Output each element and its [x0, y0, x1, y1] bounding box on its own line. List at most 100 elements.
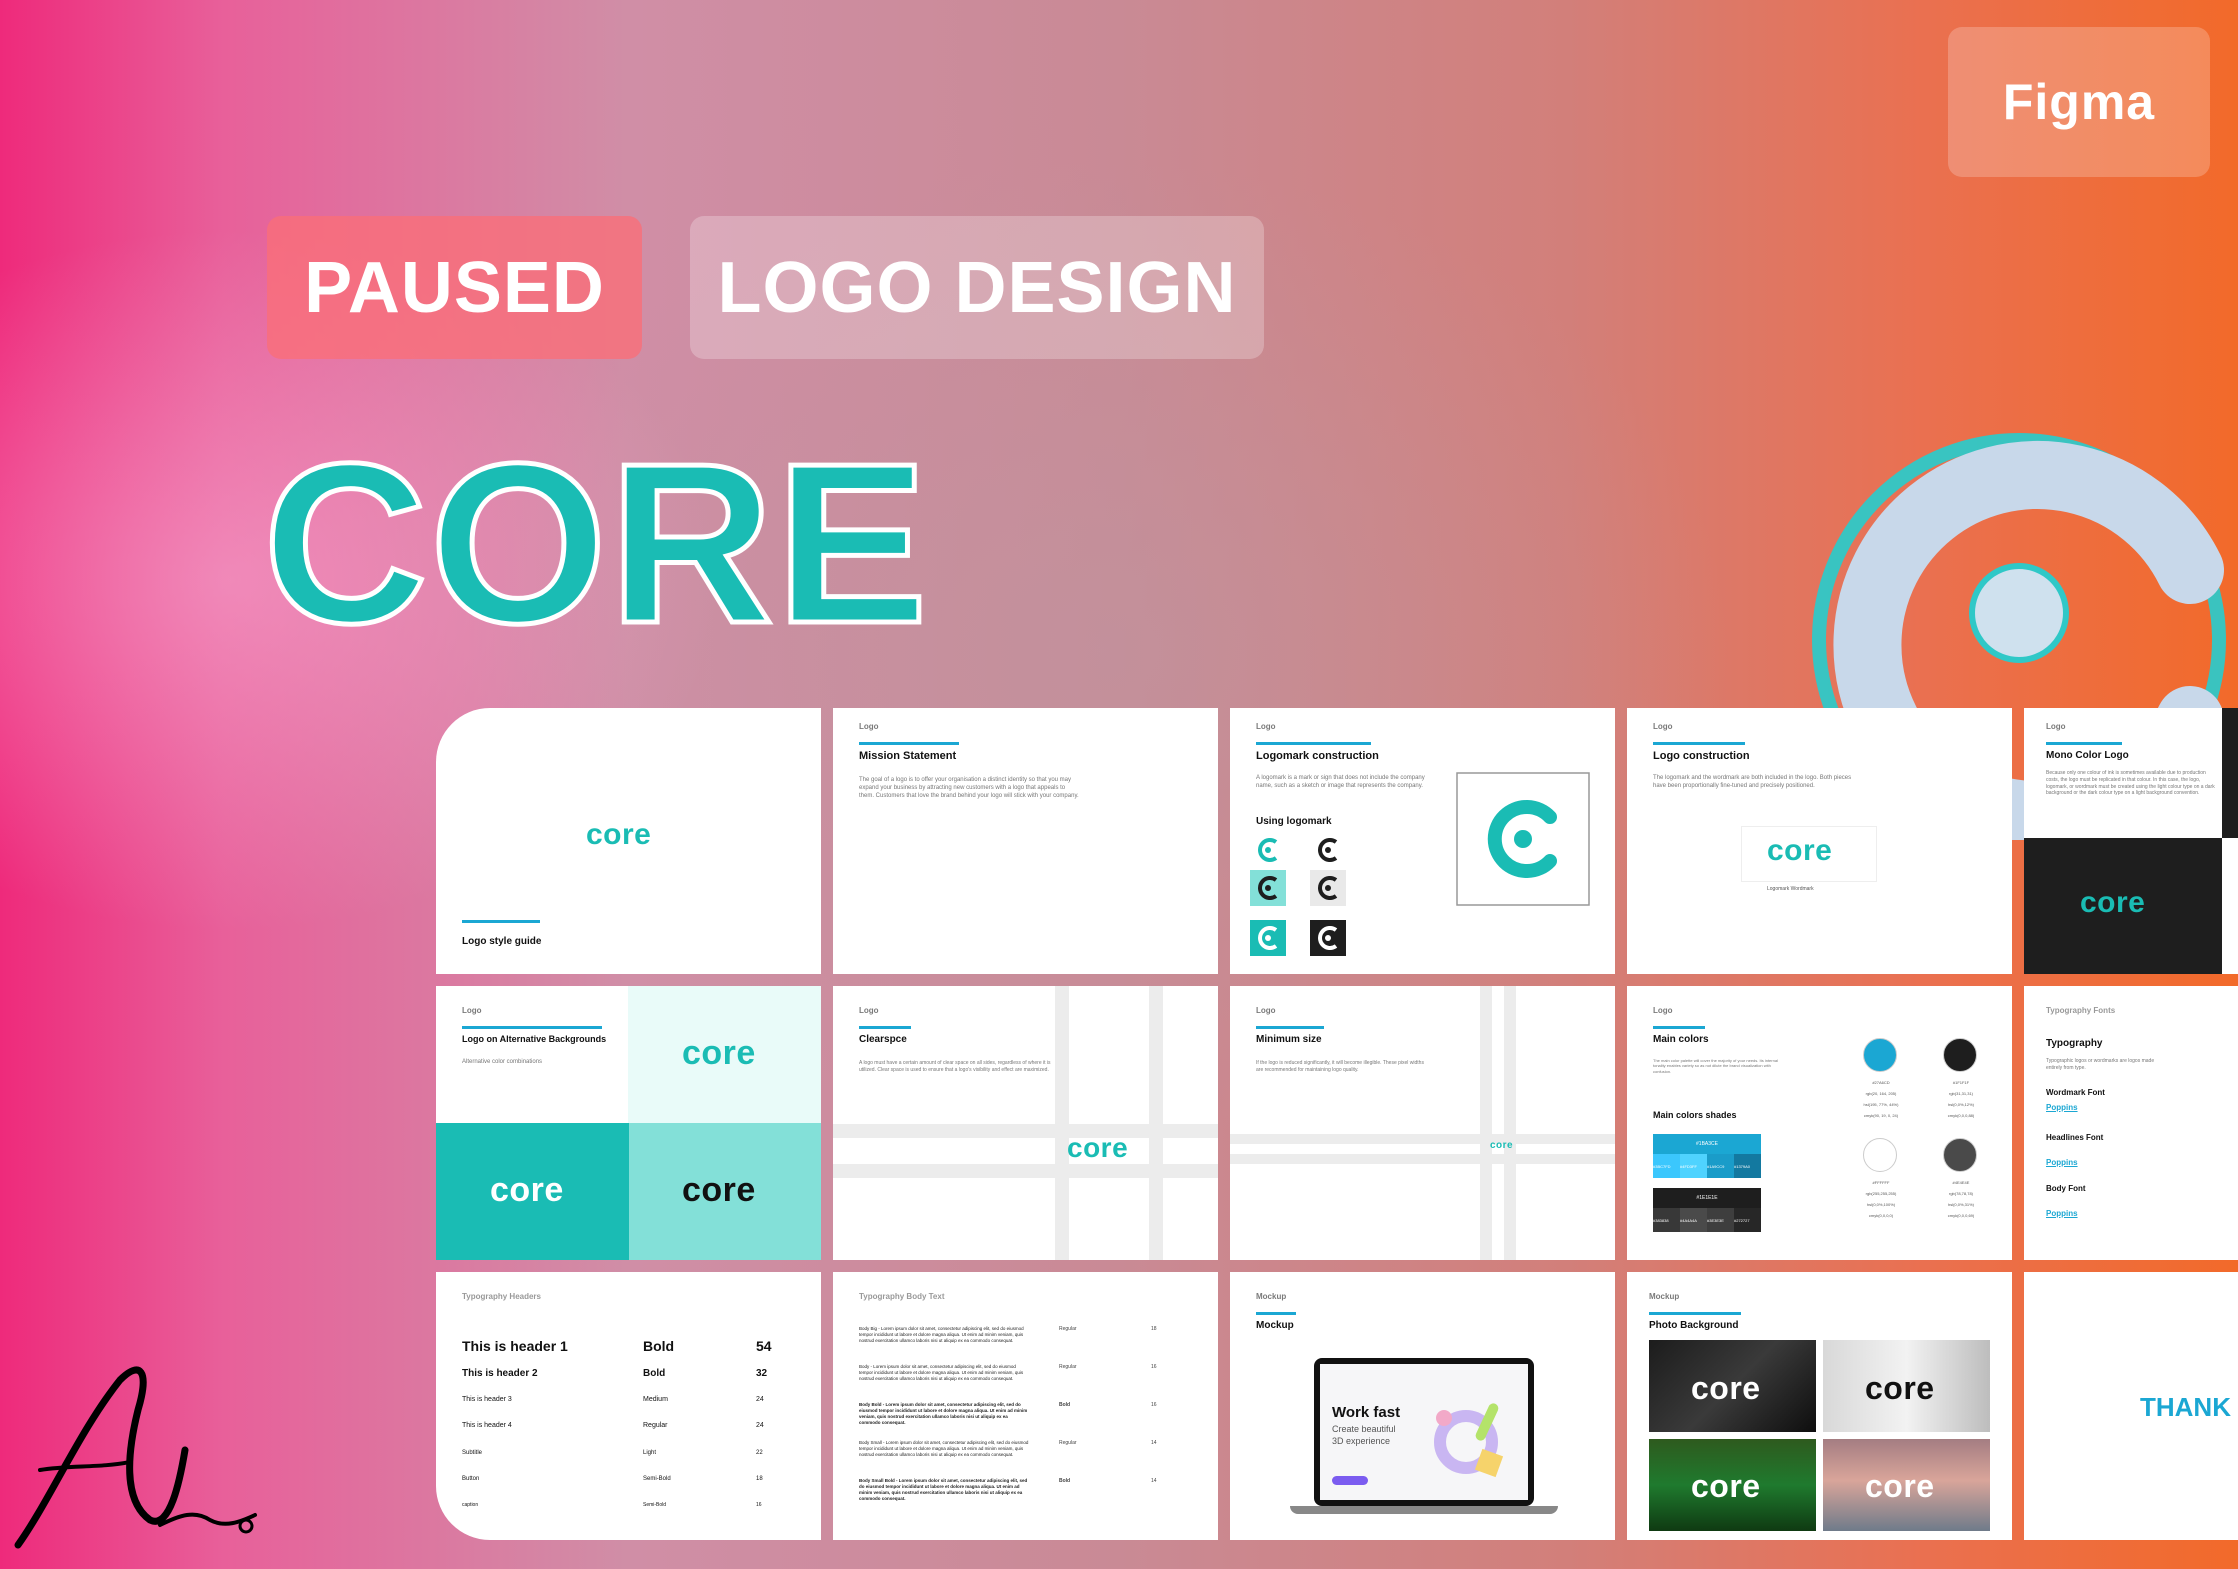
- body-sample-text: Body Small Bold - Lorem ipsum dolor sit …: [859, 1478, 1028, 1502]
- slide-mockup[interactable]: Mockup Mockup Work fast Create beautiful…: [1230, 1272, 1615, 1540]
- color-code-text: cmyk(90, 19, 0, 24): [1863, 1113, 1899, 1118]
- laptop-base: [1290, 1506, 1558, 1514]
- accent-bar: [1256, 742, 1371, 745]
- color-code-text: #4E4E4E: [1952, 1180, 1970, 1185]
- header-row-size: 54: [756, 1338, 772, 1354]
- shade-code: #4A4A4A: [1680, 1208, 1707, 1232]
- accent-bar: [859, 742, 959, 745]
- font-label: Wordmark Font: [2046, 1088, 2105, 1097]
- color-code-text: rgb(20, 164, 205): [1865, 1091, 1897, 1096]
- clearspace-guide: [1480, 986, 1492, 1260]
- clearspace-guide: [833, 1124, 1218, 1138]
- slide-tag: Logo: [1256, 722, 1276, 731]
- header-row-size: 18: [756, 1476, 763, 1482]
- figma-badge: Figma: [1948, 27, 2210, 177]
- header-row-weight: Regular: [643, 1422, 668, 1429]
- accent-bar: [1653, 742, 1745, 745]
- slide-tag: Logo: [1653, 1006, 1673, 1015]
- font-link[interactable]: Poppins: [2046, 1103, 2078, 1112]
- slide-bodytext[interactable]: Typography Body Text Body Big - Lorem ip…: [833, 1272, 1218, 1540]
- font-label: Headlines Font: [2046, 1133, 2104, 1142]
- slide-tag: Logo: [1256, 1006, 1276, 1015]
- slide-title: Minimum size: [1256, 1034, 1322, 1045]
- slide-tag: Typography Fonts: [2046, 1006, 2116, 1015]
- body-sample-weight: Regular: [1059, 1364, 1077, 1370]
- slide-tag: Typography Headers: [462, 1292, 541, 1301]
- slide-headers[interactable]: Typography Headers This is header 1 Bold 5…: [436, 1272, 821, 1540]
- header-row-size: 32: [756, 1368, 768, 1379]
- body-sample-size: 16: [1151, 1364, 1157, 1370]
- slide-tag: Mockup: [1256, 1292, 1287, 1301]
- header-row-weight: Bold: [643, 1368, 666, 1379]
- slide-cover[interactable]: core Logo style guide: [436, 708, 821, 974]
- core-wordmark: core: [2080, 886, 2146, 919]
- slide-alt-backgrounds[interactable]: Logo Logo on Alternative Backgrounds Alt…: [436, 986, 821, 1260]
- core-wordmark: core: [1767, 834, 1833, 867]
- body-sample-size: 14: [1151, 1440, 1157, 1446]
- logomark-variants-icon: [1250, 838, 1346, 956]
- header-row-name: This is header 2: [462, 1368, 538, 1379]
- core-wordmark: core: [1865, 1468, 1935, 1504]
- slide-thanks[interactable]: THANK: [2024, 1272, 2238, 1540]
- slide-mono[interactable]: Logo Mono Color Logo Because only one co…: [2024, 708, 2238, 974]
- slide-construction[interactable]: Logo Logo construction The logomark and …: [1627, 708, 2012, 974]
- slide-logomark[interactable]: Logo Logomark construction A logomark is…: [1230, 708, 1615, 974]
- slide-mission[interactable]: Logo Mission Statement The goal of a log…: [833, 708, 1218, 974]
- body-sample-weight: Regular: [1059, 1326, 1077, 1332]
- hero-title: CORE: [261, 417, 931, 671]
- body-sample-text: Body Big - Lorem ipsum dolor sit amet, c…: [859, 1326, 1024, 1344]
- slide-body: The goal of a logo is to offer your orga…: [859, 777, 1079, 800]
- status-badge: PAUSED: [267, 216, 642, 359]
- header-row-name: caption: [462, 1502, 479, 1508]
- slide-title: Photo Background: [1649, 1320, 1739, 1331]
- slide-clearspace[interactable]: Logo Clearspce A logo must have a certai…: [833, 986, 1218, 1260]
- header-row-size: 24: [756, 1422, 764, 1429]
- slides-gallery: core Logo style guide Logo Mission State…: [436, 708, 2238, 1540]
- blue-shades-swatch: #1BA3CE #3BC7FD #4FD3FF #1A9CC9 #1379A0: [1653, 1134, 1761, 1178]
- laptop-screen: Work fast Create beautiful 3D experience: [1314, 1358, 1534, 1506]
- signature-logo-icon: [14, 1366, 257, 1549]
- slide-body: A logo must have a certain amount of cle…: [859, 1060, 1051, 1073]
- color-code-text: hsl(0,0%,31%): [1947, 1202, 1974, 1207]
- body-sample-weight: Bold: [1059, 1478, 1071, 1484]
- slide-body: If the logo is reduced significantly, it…: [1256, 1060, 1424, 1073]
- clearspace-guide: [1055, 986, 1069, 1260]
- font-link[interactable]: Poppins: [2046, 1209, 2078, 1218]
- body-sample-size: 16: [1151, 1402, 1157, 1408]
- slide-tag: Typography Body Text: [859, 1292, 945, 1301]
- shade-code: #4FD3FF: [1680, 1154, 1707, 1178]
- font-link[interactable]: Poppins: [2046, 1158, 2078, 1167]
- body-sample-text: Body - Lorem ipsum dolor sit amet, conse…: [859, 1364, 1024, 1382]
- body-sample-size: 18: [1151, 1326, 1157, 1332]
- mono-dark-strip: [2222, 708, 2238, 838]
- shade-code: #383838: [1653, 1208, 1680, 1232]
- header-row-size: 16: [756, 1502, 762, 1508]
- cover-caption: Logo style guide: [462, 936, 542, 947]
- color-code-text: hsl(0,0%,12%): [1947, 1102, 1974, 1107]
- dark-shades-swatch: #1E1E1E #383838 #4A4A4A #3E3E3E #272727: [1653, 1188, 1761, 1232]
- header-row-size: 22: [756, 1450, 763, 1456]
- shade-code: #1379A0: [1734, 1154, 1761, 1178]
- slide-minsize[interactable]: Logo Minimum size If the logo is reduced…: [1230, 986, 1615, 1260]
- slide-body: Alternative color combinations: [462, 1059, 543, 1065]
- slide-photos[interactable]: Mockup Photo Background core core core c…: [1627, 1272, 2012, 1540]
- slide-tag: Logo: [859, 1006, 879, 1015]
- color-code-text: hsl(195, 77%, 44%): [1863, 1102, 1899, 1107]
- mockup-cta-button: [1332, 1476, 1368, 1485]
- accent-bar: [859, 1026, 911, 1029]
- header-row-name: Button: [462, 1476, 480, 1482]
- color-swatch-circle: [1943, 1138, 1977, 1172]
- accent-bar: [462, 1026, 602, 1029]
- slide-title: Main colors: [1653, 1034, 1709, 1045]
- color-swatch-circle: [1943, 1038, 1977, 1072]
- mockup-headline: Work fast: [1332, 1404, 1401, 1421]
- slide-typography[interactable]: Typography Fonts Typography Typographic …: [2024, 986, 2238, 1260]
- body-sample-weight: Regular: [1059, 1440, 1077, 1446]
- mockup-sub1: Create beautiful: [1332, 1424, 1396, 1434]
- header-row-weight: Medium: [643, 1396, 668, 1403]
- slide-colors[interactable]: Logo Main colors The main color palette …: [1627, 986, 2012, 1260]
- core-wordmark: core: [1691, 1468, 1761, 1504]
- slide-tag: Logo: [1653, 722, 1673, 731]
- clearspace-guide: [1504, 986, 1516, 1260]
- header-row-size: 24: [756, 1396, 764, 1403]
